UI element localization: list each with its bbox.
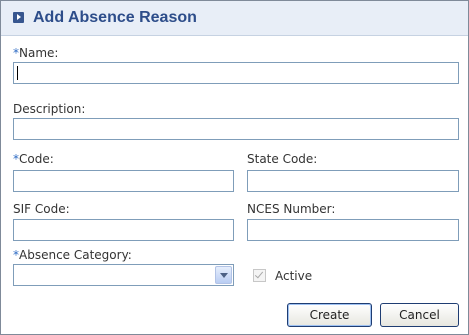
dialog-title: Add Absence Reason — [33, 9, 197, 26]
state-code-label: State Code: — [247, 152, 318, 166]
description-label: Description: — [13, 102, 86, 116]
add-absence-reason-dialog: Add Absence Reason *Name: Description: *… — [0, 0, 469, 335]
dialog-title-bar: Add Absence Reason — [1, 1, 468, 36]
name-input[interactable] — [13, 62, 459, 84]
description-input[interactable] — [13, 118, 459, 140]
active-checkbox[interactable] — [253, 269, 266, 282]
state-code-input[interactable] — [247, 170, 459, 192]
name-label: *Name: — [13, 46, 59, 60]
nces-number-input[interactable] — [247, 219, 459, 241]
sif-code-label: SIF Code: — [13, 202, 70, 216]
nces-number-label: NCES Number: — [247, 202, 336, 216]
text-cursor — [17, 66, 18, 80]
active-label: Active — [275, 269, 313, 283]
arrow-right-box-icon — [13, 12, 24, 23]
sif-code-input[interactable] — [13, 219, 234, 241]
code-input[interactable] — [13, 170, 234, 192]
cancel-button[interactable]: Cancel — [380, 303, 459, 327]
code-label: *Code: — [13, 152, 54, 166]
absence-category-select[interactable] — [13, 264, 234, 286]
chevron-down-icon[interactable] — [215, 266, 232, 284]
create-button[interactable]: Create — [287, 303, 372, 327]
absence-category-label: *Absence Category: — [13, 248, 132, 262]
